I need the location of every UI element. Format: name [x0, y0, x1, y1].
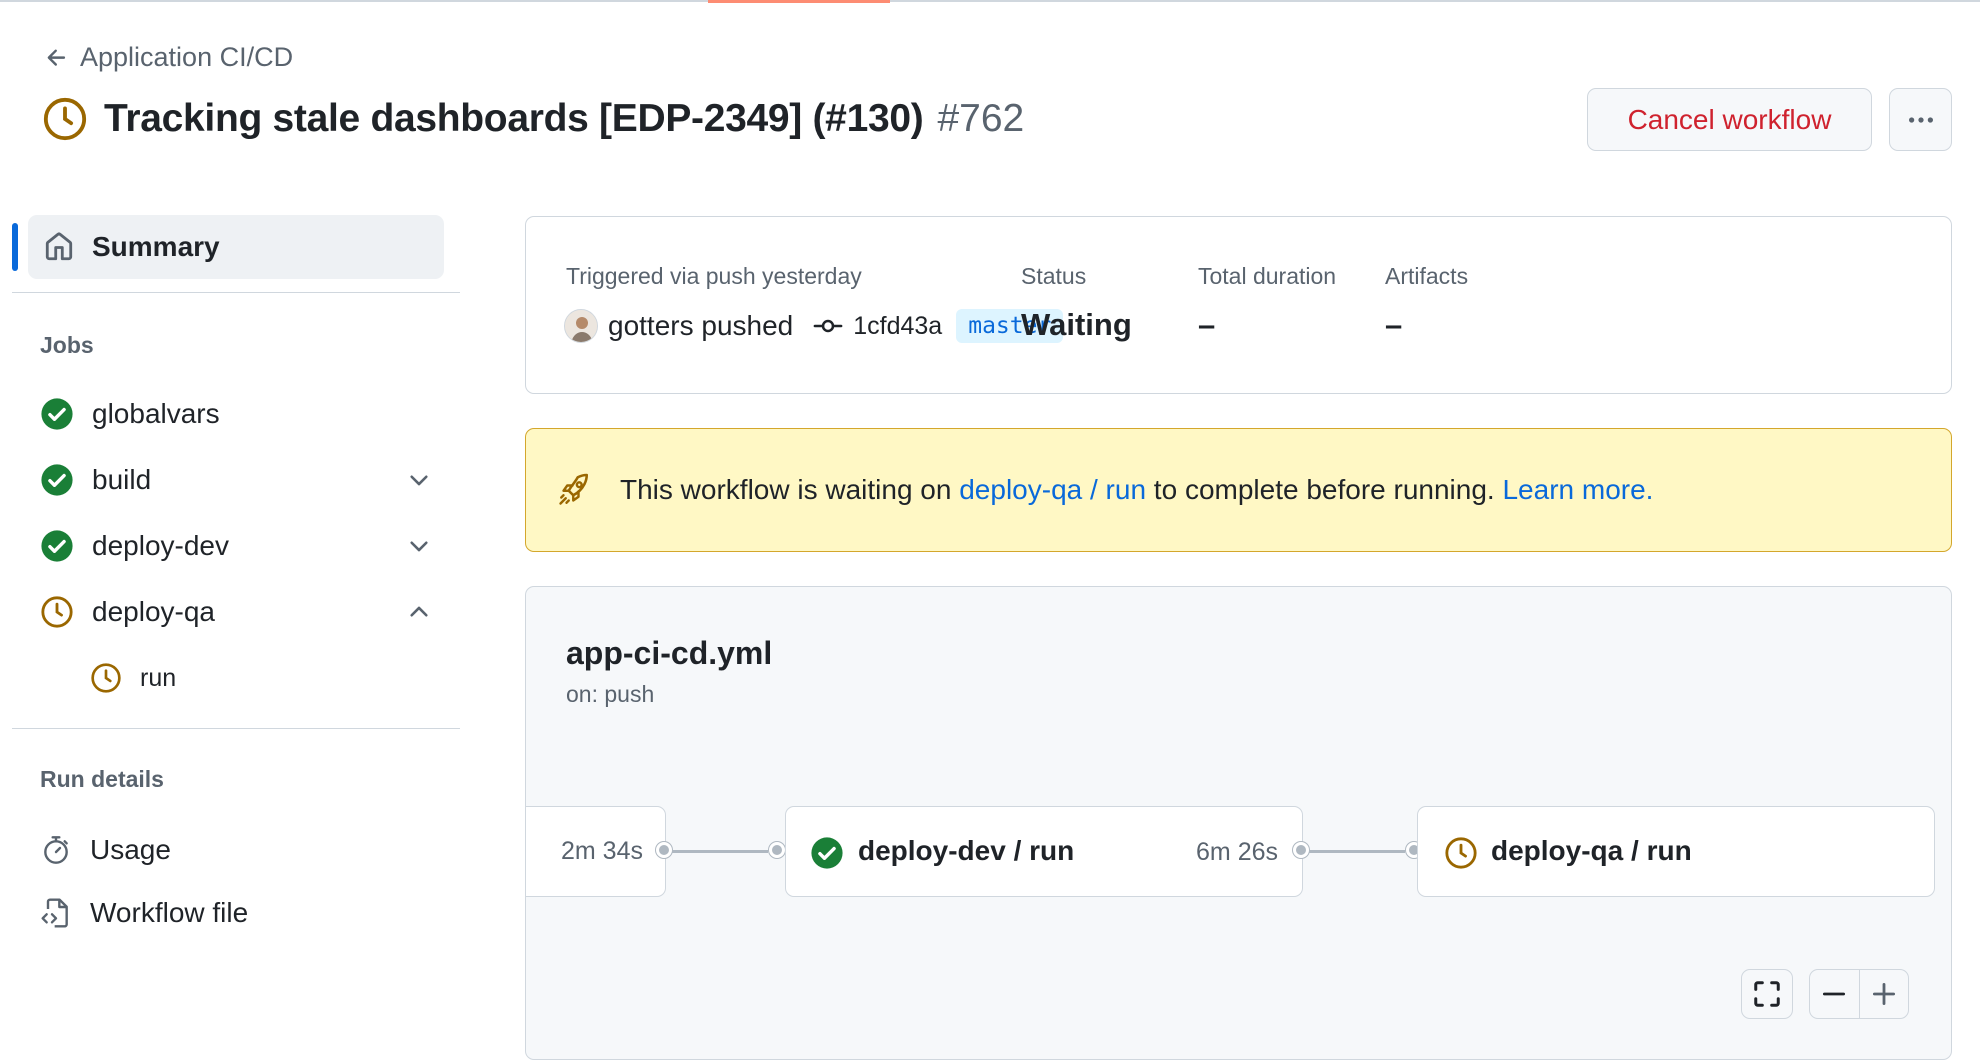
- jobs-heading: Jobs: [40, 332, 94, 358]
- actor-text[interactable]: gotters pushed: [608, 310, 793, 342]
- banner-prefix: This workflow is waiting on: [620, 474, 960, 505]
- sidebar-item-deploy-dev[interactable]: deploy-dev: [40, 521, 432, 571]
- file-code-icon: [41, 898, 68, 928]
- git-commit-icon: [813, 319, 843, 333]
- graph-connector: [672, 850, 768, 853]
- duration-value: –: [1198, 307, 1216, 342]
- banner-message: This workflow is waiting on deploy-qa / …: [620, 474, 1653, 506]
- sidebar-item-run[interactable]: run: [90, 653, 176, 703]
- sidebar-item-globalvars[interactable]: globalvars: [40, 389, 432, 439]
- commit-sha-link[interactable]: 1cfd43a: [853, 312, 942, 341]
- waiting-banner: This workflow is waiting on deploy-qa / …: [525, 428, 1952, 552]
- page-title-row: Tracking stale dashboards [EDP-2349] (#1…: [42, 96, 1024, 142]
- rocket-icon: [559, 473, 589, 505]
- job-label: deploy-qa: [92, 596, 215, 627]
- learn-more-link[interactable]: Learn more.: [1502, 474, 1653, 505]
- chevron-up-icon[interactable]: [406, 599, 432, 625]
- workflow-file-label: Workflow file: [90, 897, 249, 928]
- back-link[interactable]: Application CI/CD: [44, 42, 293, 73]
- zoom-out-button[interactable]: [1810, 970, 1860, 1018]
- active-indicator: [12, 223, 18, 271]
- graph-node-deploy-dev[interactable]: deploy-dev / run 6m 26s: [785, 806, 1303, 897]
- node-output-port: [1293, 842, 1309, 858]
- plus-icon: [1872, 982, 1895, 1006]
- check-circle-icon: [41, 464, 73, 496]
- sub-job-label: run: [140, 663, 177, 692]
- arrow-left-icon: [47, 49, 66, 66]
- chevron-down-icon[interactable]: [406, 533, 432, 559]
- top-border: [0, 0, 1980, 2]
- check-circle-icon: [811, 837, 843, 869]
- job-label: deploy-dev: [92, 530, 229, 561]
- back-link-label: Application CI/CD: [80, 42, 294, 72]
- avatar-image: [565, 310, 597, 342]
- more-options-button[interactable]: [1889, 88, 1952, 151]
- divider: [12, 292, 460, 293]
- clock-icon: [91, 663, 121, 693]
- node-name: deploy-qa / run: [1491, 835, 1692, 866]
- sidebar-item-label: Summary: [92, 231, 220, 262]
- run-details-heading: Run details: [40, 766, 164, 792]
- duration-label: Total duration: [1198, 263, 1337, 289]
- dash-icon: [1823, 992, 1846, 996]
- active-tab-underline: [708, 0, 890, 3]
- cancel-workflow-button[interactable]: Cancel workflow: [1587, 88, 1872, 151]
- job-label: globalvars: [92, 398, 220, 429]
- avatar[interactable]: [564, 309, 598, 343]
- workflow-file-name: app-ci-cd.yml: [566, 635, 773, 671]
- workflow-trigger: on: push: [566, 681, 655, 707]
- zoom-in-button[interactable]: [1860, 970, 1909, 1018]
- sidebar-item-summary[interactable]: Summary: [28, 215, 444, 279]
- artifacts-value: –: [1385, 307, 1403, 342]
- push-info: gotters pushed 1cfd43a master: [564, 309, 1064, 343]
- clock-icon: [43, 97, 87, 141]
- check-circle-icon: [41, 398, 73, 430]
- run-number: #762: [937, 97, 1025, 140]
- trigger-label: Triggered via push yesterday: [566, 263, 862, 289]
- graph-connector: [1309, 850, 1405, 853]
- node-duration: 2m 34s: [561, 837, 643, 865]
- node-input-port: [769, 842, 785, 858]
- sidebar-item-usage[interactable]: Usage: [40, 825, 171, 875]
- sidebar-item-deploy-qa[interactable]: deploy-qa: [40, 587, 432, 637]
- home-icon: [45, 232, 73, 261]
- graph-node-previous[interactable]: 2m 34s: [526, 806, 666, 897]
- check-circle-icon: [41, 530, 73, 562]
- kebab-horizontal-icon: [1908, 116, 1933, 123]
- sidebar-item-workflow-file[interactable]: Workflow file: [40, 888, 248, 938]
- banner-middle: to complete before running.: [1146, 474, 1503, 505]
- chevron-down-icon[interactable]: [406, 467, 432, 493]
- clock-icon: [41, 596, 73, 628]
- stopwatch-icon: [44, 836, 68, 864]
- node-name: deploy-dev / run: [858, 835, 1075, 866]
- zoom-controls: [1809, 969, 1909, 1019]
- banner-job-link[interactable]: deploy-qa / run: [959, 474, 1146, 505]
- divider: [12, 728, 460, 729]
- artifacts-label: Artifacts: [1385, 263, 1469, 289]
- status-value: Waiting: [1021, 307, 1132, 342]
- usage-label: Usage: [90, 834, 171, 865]
- graph-node-deploy-qa[interactable]: deploy-qa / run: [1417, 806, 1935, 897]
- run-summary-card: Triggered via push yesterday gotters pus…: [525, 216, 1952, 394]
- node-duration: 6m 26s: [1196, 838, 1278, 866]
- node-output-port: [656, 842, 672, 858]
- page-title: Tracking stale dashboards [EDP-2349] (#1…: [104, 97, 924, 140]
- status-label: Status: [1021, 263, 1087, 289]
- sidebar-item-build[interactable]: build: [40, 455, 432, 505]
- workflow-graph: app-ci-cd.yml on: push 2m 34s deploy-dev…: [525, 586, 1952, 1060]
- job-label: build: [92, 464, 152, 495]
- screen-full-icon: [1754, 981, 1780, 1007]
- clock-icon: [1445, 837, 1477, 869]
- fullscreen-button[interactable]: [1741, 969, 1793, 1019]
